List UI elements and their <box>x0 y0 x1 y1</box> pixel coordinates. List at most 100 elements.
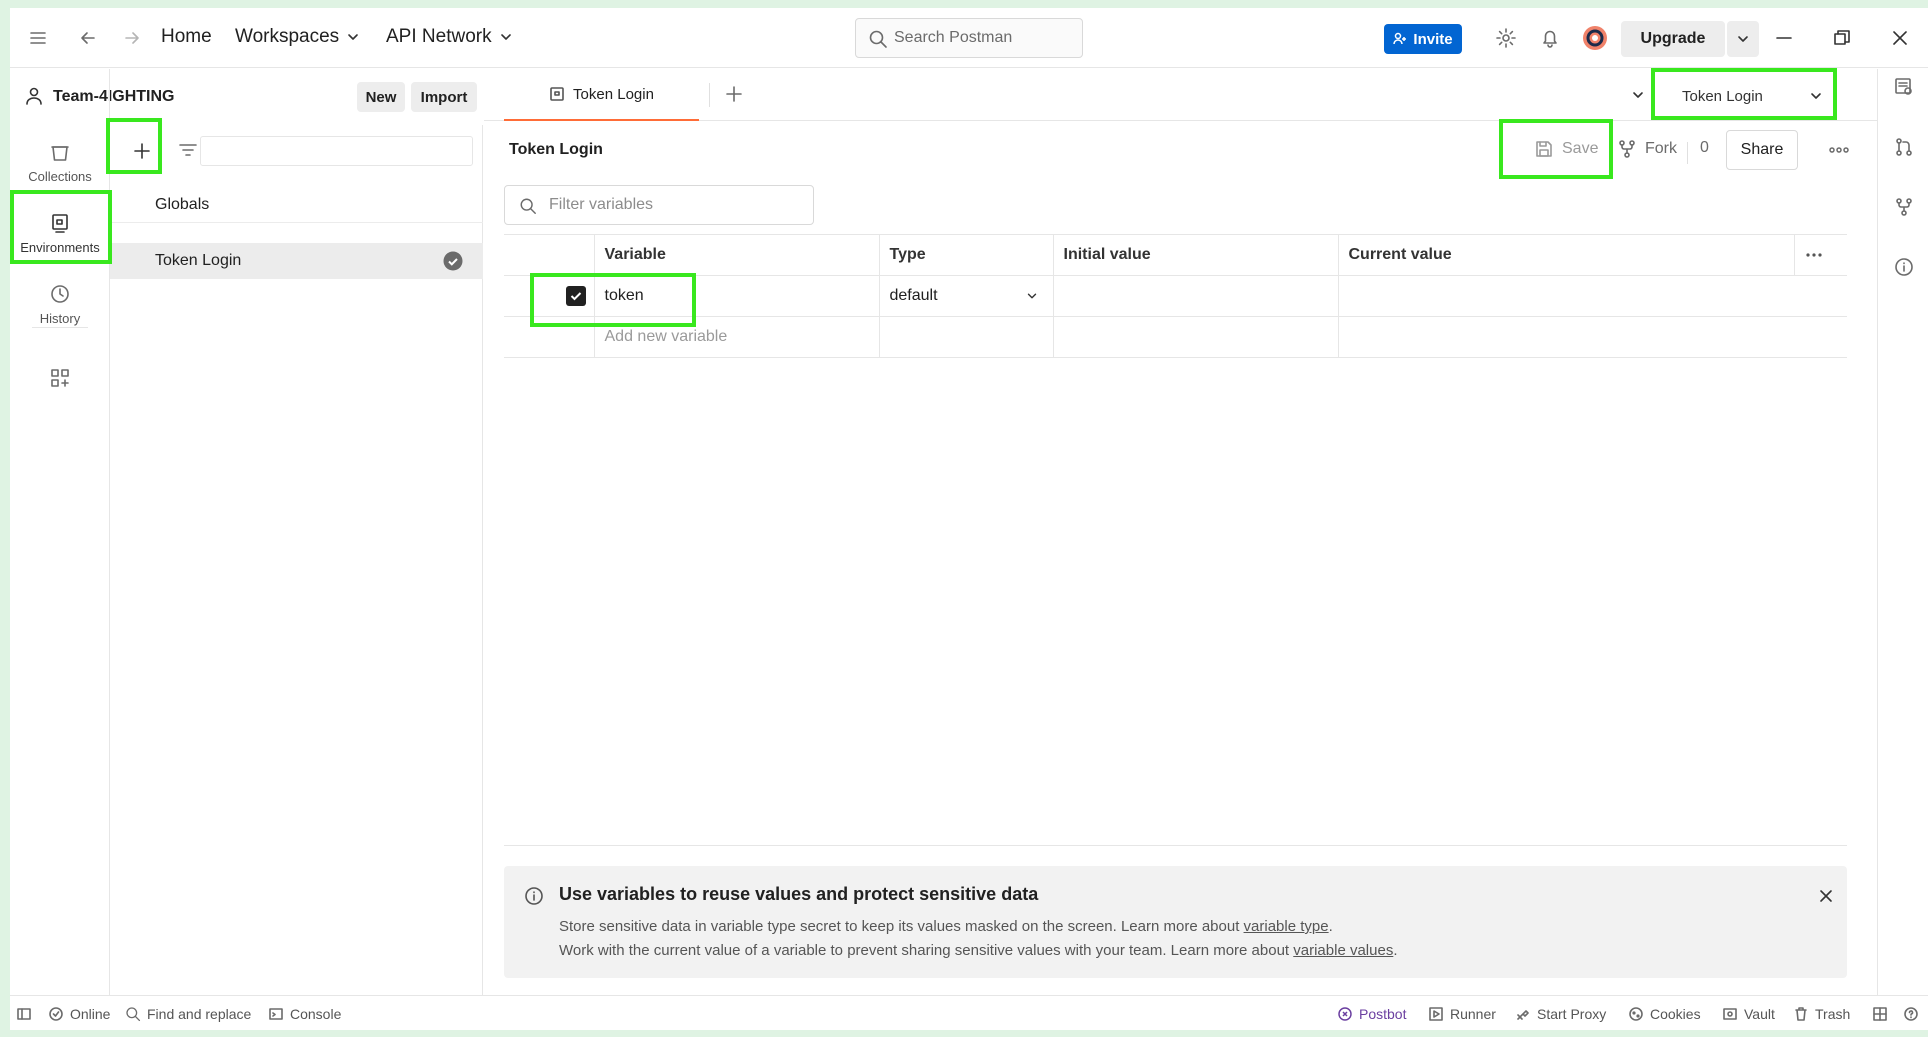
column-options-icon[interactable] <box>1805 248 1848 262</box>
restore-icon[interactable] <box>1833 29 1851 47</box>
help-icon[interactable] <box>1903 996 1919 1030</box>
plus-icon <box>132 141 152 161</box>
back-arrow-icon[interactable] <box>78 28 98 48</box>
runner-icon <box>1428 1006 1444 1022</box>
filter-variables-input[interactable]: Filter variables <box>504 185 814 225</box>
avatar[interactable] <box>1582 25 1608 51</box>
nav-home[interactable]: Home <box>161 26 212 48</box>
new-button[interactable]: New <box>357 82 405 112</box>
minimize-icon[interactable] <box>1775 29 1793 47</box>
current-value-cell[interactable] <box>1337 275 1847 317</box>
close-window-icon[interactable] <box>1891 29 1909 47</box>
rail-configure-workbench[interactable] <box>10 367 110 389</box>
two-pane-view-icon[interactable] <box>1872 996 1888 1030</box>
nav-api-network[interactable]: API Network <box>386 26 514 48</box>
fork-button[interactable]: Fork <box>1617 139 1677 159</box>
more-options-icon[interactable] <box>1828 141 1850 159</box>
online-status[interactable]: Online <box>48 996 110 1030</box>
chevron-down-icon <box>1735 31 1751 47</box>
sidebar-item-label: Globals <box>155 195 210 213</box>
environments-icon <box>49 212 71 234</box>
variable-type-value: default <box>889 287 938 304</box>
add-new-variable-input[interactable]: Add new variable <box>593 316 879 358</box>
rail-history-label: History <box>39 311 81 326</box>
notification-bell-icon[interactable] <box>1539 27 1561 49</box>
new-tab-plus-icon[interactable] <box>724 84 744 104</box>
invite-label: Invite <box>1413 30 1453 48</box>
save-label: Save <box>1562 140 1599 157</box>
left-icon-rail: Collections Environments History <box>10 69 110 995</box>
nav-workspaces[interactable]: Workspaces <box>235 26 361 48</box>
rail-environments[interactable]: Environments <box>10 212 110 255</box>
start-proxy-button[interactable]: Start Proxy <box>1515 996 1606 1030</box>
tab-token-login[interactable]: Token Login <box>504 69 699 121</box>
sidebar-item-token-login[interactable]: Token Login <box>110 243 483 279</box>
active-environment-check-icon[interactable] <box>443 251 463 271</box>
tab-label: Token Login <box>573 85 654 103</box>
import-button[interactable]: Import <box>411 82 477 112</box>
menu-icon[interactable] <box>28 28 48 48</box>
share-button[interactable]: Share <box>1726 130 1798 170</box>
trash-button[interactable]: Trash <box>1793 996 1850 1030</box>
environment-title[interactable]: Token Login <box>509 141 603 159</box>
variable-type-cell[interactable]: default <box>878 275 1053 317</box>
create-environment-button[interactable] <box>126 135 158 167</box>
variable-name-cell[interactable]: token <box>593 275 879 317</box>
variable-type-link[interactable]: variable type <box>1244 918 1329 935</box>
runner-label: Runner <box>1450 1005 1496 1022</box>
environment-search-input[interactable] <box>200 136 473 166</box>
variable-values-link[interactable]: variable values <box>1293 942 1393 959</box>
environment-tab-icon <box>549 86 565 102</box>
variables-table: Variable Type Initial value Current valu… <box>504 234 1847 358</box>
rail-environments-label: Environments <box>20 240 100 255</box>
upgrade-dropdown[interactable] <box>1727 21 1759 57</box>
header-checkbox-cell <box>504 234 594 276</box>
vault-icon <box>1722 1006 1738 1022</box>
variables-info-banner: Use variables to reuse values and protec… <box>504 866 1847 978</box>
start-proxy-label: Start Proxy <box>1537 1005 1607 1022</box>
rail-collections[interactable]: Collections <box>10 141 110 184</box>
upgrade-button[interactable]: Upgrade <box>1621 21 1725 57</box>
info-banner-title: Use variables to reuse values and protec… <box>559 884 1039 904</box>
console-label: Console <box>290 1005 342 1022</box>
search-input[interactable]: Search Postman <box>855 18 1083 58</box>
cookies-button[interactable]: Cookies <box>1628 996 1701 1030</box>
toggle-sidebar-icon[interactable] <box>16 996 32 1030</box>
vault-button[interactable]: Vault <box>1722 996 1775 1030</box>
filter-icon[interactable] <box>178 142 198 160</box>
close-banner-icon[interactable] <box>1818 888 1834 904</box>
tabs-overflow-chevron-icon[interactable] <box>1630 87 1646 103</box>
add-row-type-cell[interactable] <box>878 316 1053 358</box>
fork-count[interactable]: 0 <box>1700 139 1709 157</box>
postbot-label: Postbot <box>1359 1005 1407 1022</box>
save-button[interactable]: Save <box>1534 139 1598 159</box>
rail-history[interactable]: History <box>10 283 110 326</box>
add-apps-icon <box>49 367 71 389</box>
postbot-button[interactable]: Postbot <box>1337 996 1406 1030</box>
nav-api-network-label: API Network <box>386 26 492 47</box>
fork-icon[interactable] <box>1894 197 1914 217</box>
add-row-current-cell[interactable] <box>1337 316 1847 358</box>
add-user-icon <box>1393 32 1407 46</box>
top-bar: Home Workspaces API Network Search Postm… <box>10 8 1928 68</box>
check-circle-icon <box>48 1006 64 1022</box>
initial-value-cell[interactable] <box>1052 275 1338 317</box>
pull-request-icon[interactable] <box>1894 137 1914 157</box>
add-row-initial-cell[interactable] <box>1052 316 1338 358</box>
runner-button[interactable]: Runner <box>1428 996 1496 1030</box>
info-icon[interactable] <box>1894 257 1914 277</box>
console-button[interactable]: Console <box>268 996 341 1030</box>
chevron-down-icon <box>345 29 361 45</box>
environment-selector[interactable]: Token Login <box>1664 77 1844 115</box>
invite-button[interactable]: Invite <box>1384 24 1462 54</box>
environment-quick-look-icon[interactable] <box>1894 77 1914 97</box>
variable-enabled-checkbox[interactable] <box>566 286 586 306</box>
settings-gear-icon[interactable] <box>1495 27 1517 49</box>
sidebar-item-globals[interactable]: Globals <box>110 187 483 223</box>
chevron-down-icon <box>498 29 514 45</box>
save-icon <box>1534 139 1554 159</box>
header-current-value: Current value <box>1337 234 1794 276</box>
forward-arrow-icon[interactable] <box>122 28 142 48</box>
info-banner-line-2: Work with the current value of a variabl… <box>559 942 1398 959</box>
find-replace-button[interactable]: Find and replace <box>125 996 251 1030</box>
